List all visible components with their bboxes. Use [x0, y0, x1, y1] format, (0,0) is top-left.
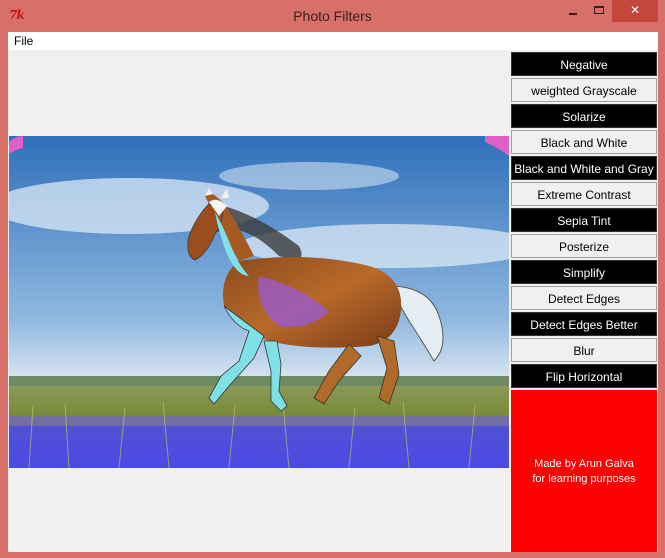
detect-edges-better-button[interactable]: Detect Edges Better — [511, 312, 657, 336]
black-and-white-button[interactable]: Black and White — [511, 130, 657, 154]
horse-photo — [9, 136, 509, 468]
black-white-gray-button[interactable]: Black and White and Gray — [511, 156, 657, 180]
filter-sidebar: Negative weighted Grayscale Solarize Bla… — [511, 52, 657, 552]
minimize-button[interactable] — [560, 0, 586, 22]
credits-panel: Made by Arun Galva for learning purposes — [511, 390, 657, 552]
minimize-icon — [569, 13, 577, 15]
image-canvas[interactable] — [8, 50, 510, 552]
credits-purpose: for learning purposes — [532, 473, 636, 485]
sepia-tint-button[interactable]: Sepia Tint — [511, 208, 657, 232]
flip-horizontal-button[interactable]: Flip Horizontal — [511, 364, 657, 388]
negative-button[interactable]: Negative — [511, 52, 657, 76]
client-area: File Negative weighted Grayscale Solariz… — [8, 32, 658, 552]
app-window: 7k Photo Filters ✕ File Negative weighte… — [0, 0, 665, 558]
maximize-icon — [594, 6, 604, 14]
detect-edges-button[interactable]: Detect Edges — [511, 286, 657, 310]
blur-button[interactable]: Blur — [511, 338, 657, 362]
solarize-button[interactable]: Solarize — [511, 104, 657, 128]
simplify-button[interactable]: Simplify — [511, 260, 657, 284]
extreme-contrast-button[interactable]: Extreme Contrast — [511, 182, 657, 206]
credits-author: Made by Arun Galva — [534, 458, 634, 470]
title-bar[interactable]: 7k Photo Filters ✕ — [0, 0, 665, 32]
menu-bar: File — [8, 32, 658, 50]
weighted-grayscale-button[interactable]: weighted Grayscale — [511, 78, 657, 102]
close-button[interactable]: ✕ — [612, 0, 658, 22]
menu-file[interactable]: File — [14, 34, 33, 48]
maximize-button[interactable] — [586, 0, 612, 22]
close-icon: ✕ — [629, 3, 641, 17]
posterize-button[interactable]: Posterize — [511, 234, 657, 258]
